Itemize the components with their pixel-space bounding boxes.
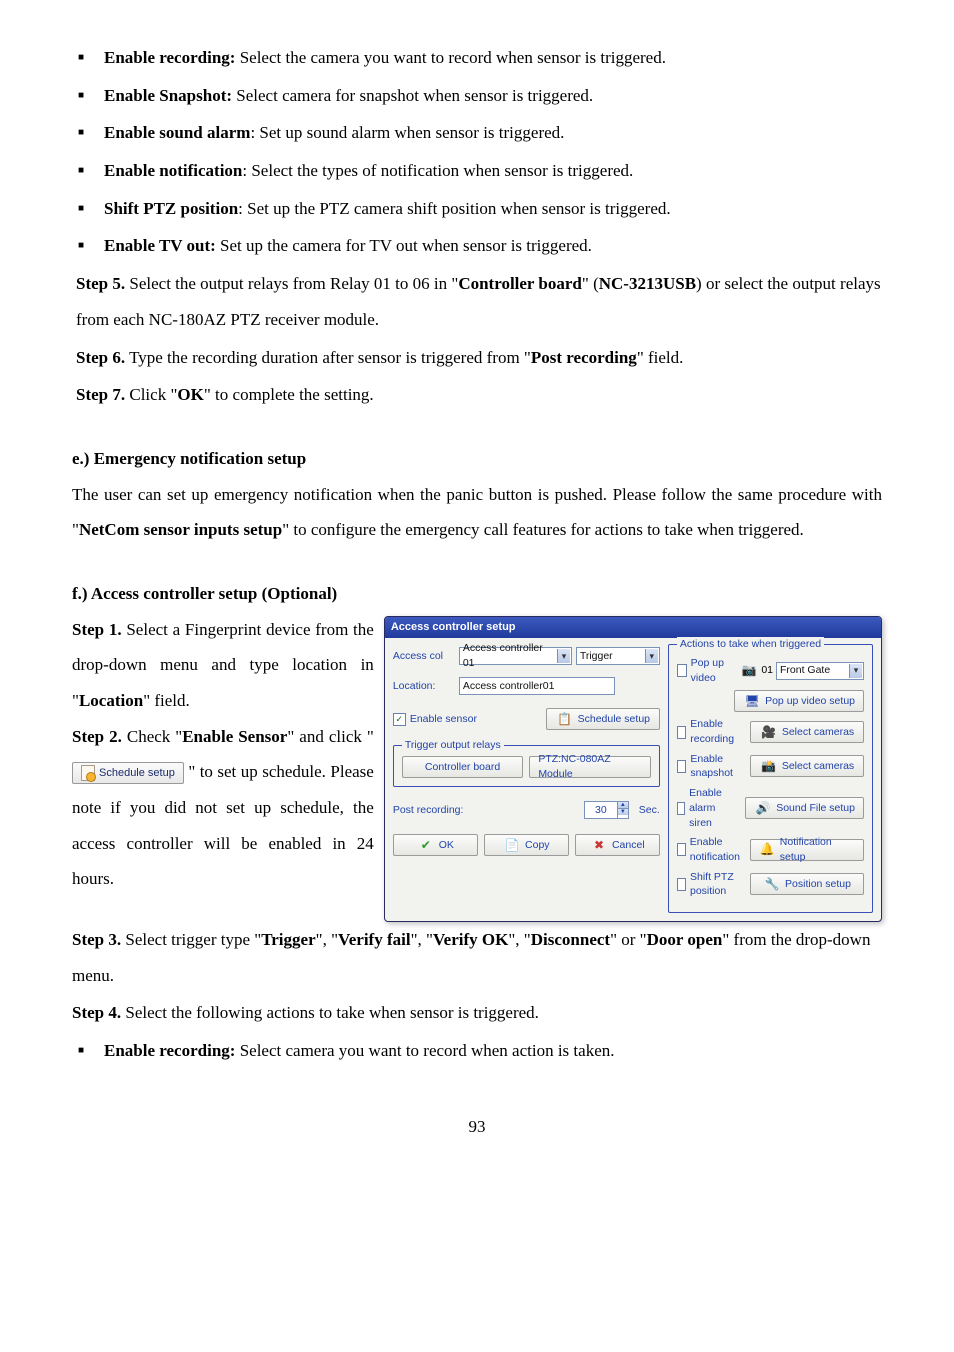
location-label: Location: (393, 679, 455, 694)
notification-setup-button[interactable]: 🔔Notification setup (750, 839, 864, 861)
chevron-down-icon (557, 649, 569, 663)
controller-board-button[interactable]: Controller board (402, 756, 524, 778)
shift-ptz-position-checkbox[interactable]: Shift PTZ position (677, 870, 744, 899)
section-f-text: Step 1. Select a Fingerprint device from… (72, 612, 374, 922)
schedule-setup-button[interactable]: 📋 Schedule setup (546, 708, 660, 730)
schedule-icon (81, 765, 95, 781)
step-2: Step 2. Check "Enable Sensor" and click … (72, 719, 374, 897)
copy-icon: 📄 (503, 836, 521, 854)
chevron-down-icon (849, 664, 862, 678)
enable-notification-checkbox[interactable]: Enable notification (677, 835, 744, 864)
check-icon: ✔ (417, 836, 435, 854)
ptz-module-button[interactable]: PTZ:NC-080AZ Module (529, 756, 651, 778)
enable-snapshot-checkbox[interactable]: Enable snapshot (677, 752, 744, 781)
post-recording-label: Post recording: (393, 803, 464, 818)
close-icon: ✖ (590, 836, 608, 854)
popup-video-checkbox[interactable]: Pop up video (677, 656, 735, 685)
actions-fieldset: Actions to take when triggered Pop up vi… (668, 644, 873, 913)
bullet-enable-snapshot: Enable Snapshot: Select camera for snaps… (100, 78, 882, 114)
trigger-type-select[interactable]: Trigger (576, 647, 660, 665)
bell-icon: 🔔 (759, 841, 776, 859)
popup-video-setup-button[interactable]: 🖥Pop up video setup (734, 690, 864, 712)
step-7: Step 7. Click "OK" to complete the setti… (76, 377, 882, 413)
section-e-paragraph: The user can set up emergency notificati… (72, 477, 882, 548)
access-col-label: Access col (393, 649, 455, 664)
schedule-setup-inline-button: Schedule setup (72, 762, 184, 784)
step-6: Step 6. Type the recording duration afte… (76, 340, 882, 376)
select-cameras-button-1[interactable]: 🎥Select cameras (750, 721, 864, 743)
dialog-title: Access controller setup (385, 617, 881, 638)
bullet-list-1: Enable recording: Select the camera you … (72, 40, 882, 264)
camera-number: 01 (761, 663, 773, 678)
monitor-icon: 🖥 (743, 692, 761, 710)
select-cameras-button-2[interactable]: 📸Select cameras (750, 755, 864, 777)
camera-icon: 🎥 (760, 723, 778, 741)
enable-alarm-siren-checkbox[interactable]: Enable alarm siren (677, 786, 739, 830)
section-f-heading: f.) Access controller setup (Optional) (72, 576, 882, 612)
step-1: Step 1. Select a Fingerprint device from… (72, 612, 374, 719)
relays-legend: Trigger output relays (402, 738, 504, 753)
step-4: Step 4. Select the following actions to … (72, 995, 882, 1031)
position-setup-button[interactable]: 🔧Position setup (750, 873, 864, 895)
bullet-enable-notification: Enable notification: Select the types of… (100, 153, 882, 189)
bullet-enable-tv-out: Enable TV out: Set up the camera for TV … (100, 228, 882, 264)
location-input[interactable] (459, 677, 615, 695)
ok-button[interactable]: ✔OK (393, 834, 478, 856)
page-number: 93 (72, 1109, 882, 1145)
trigger-output-relays-fieldset: Trigger output relays Controller board P… (393, 745, 660, 787)
chevron-down-icon (645, 649, 658, 663)
step-3: Step 3. Select trigger type "Trigger", "… (72, 922, 882, 993)
enable-recording-checkbox[interactable]: Enable recording (677, 717, 744, 746)
access-controller-select[interactable]: Access controller 01 (459, 647, 572, 665)
camera-select[interactable]: Front Gate (776, 662, 864, 680)
bullet-enable-sound-alarm: Enable sound alarm: Set up sound alarm w… (100, 115, 882, 151)
photo-icon: 📸 (760, 757, 778, 775)
wrench-icon: 🔧 (763, 875, 781, 893)
cancel-button[interactable]: ✖Cancel (575, 834, 660, 856)
bullet-enable-recording-2: Enable recording: Select camera you want… (100, 1033, 882, 1069)
access-controller-setup-dialog: Access controller setup Access col Acces… (384, 616, 882, 922)
post-recording-spinner[interactable]: 30 ▲▼ (584, 801, 629, 819)
sound-file-setup-button[interactable]: 🔊Sound File setup (745, 797, 864, 819)
camera-icon: 📷 (740, 662, 758, 680)
sec-label: Sec. (639, 803, 660, 818)
step-5: Step 5. Select the output relays from Re… (76, 266, 882, 337)
copy-button[interactable]: 📄Copy (484, 834, 569, 856)
bullet-shift-ptz-position: Shift PTZ position: Set up the PTZ camer… (100, 191, 882, 227)
speaker-icon: 🔊 (754, 799, 772, 817)
enable-sensor-checkbox[interactable]: ✓Enable sensor (393, 712, 477, 727)
actions-legend: Actions to take when triggered (677, 637, 824, 652)
bullet-enable-recording: Enable recording: Select the camera you … (100, 40, 882, 76)
section-e-heading: e.) Emergency notification setup (72, 441, 882, 477)
schedule-icon: 📋 (556, 710, 574, 728)
